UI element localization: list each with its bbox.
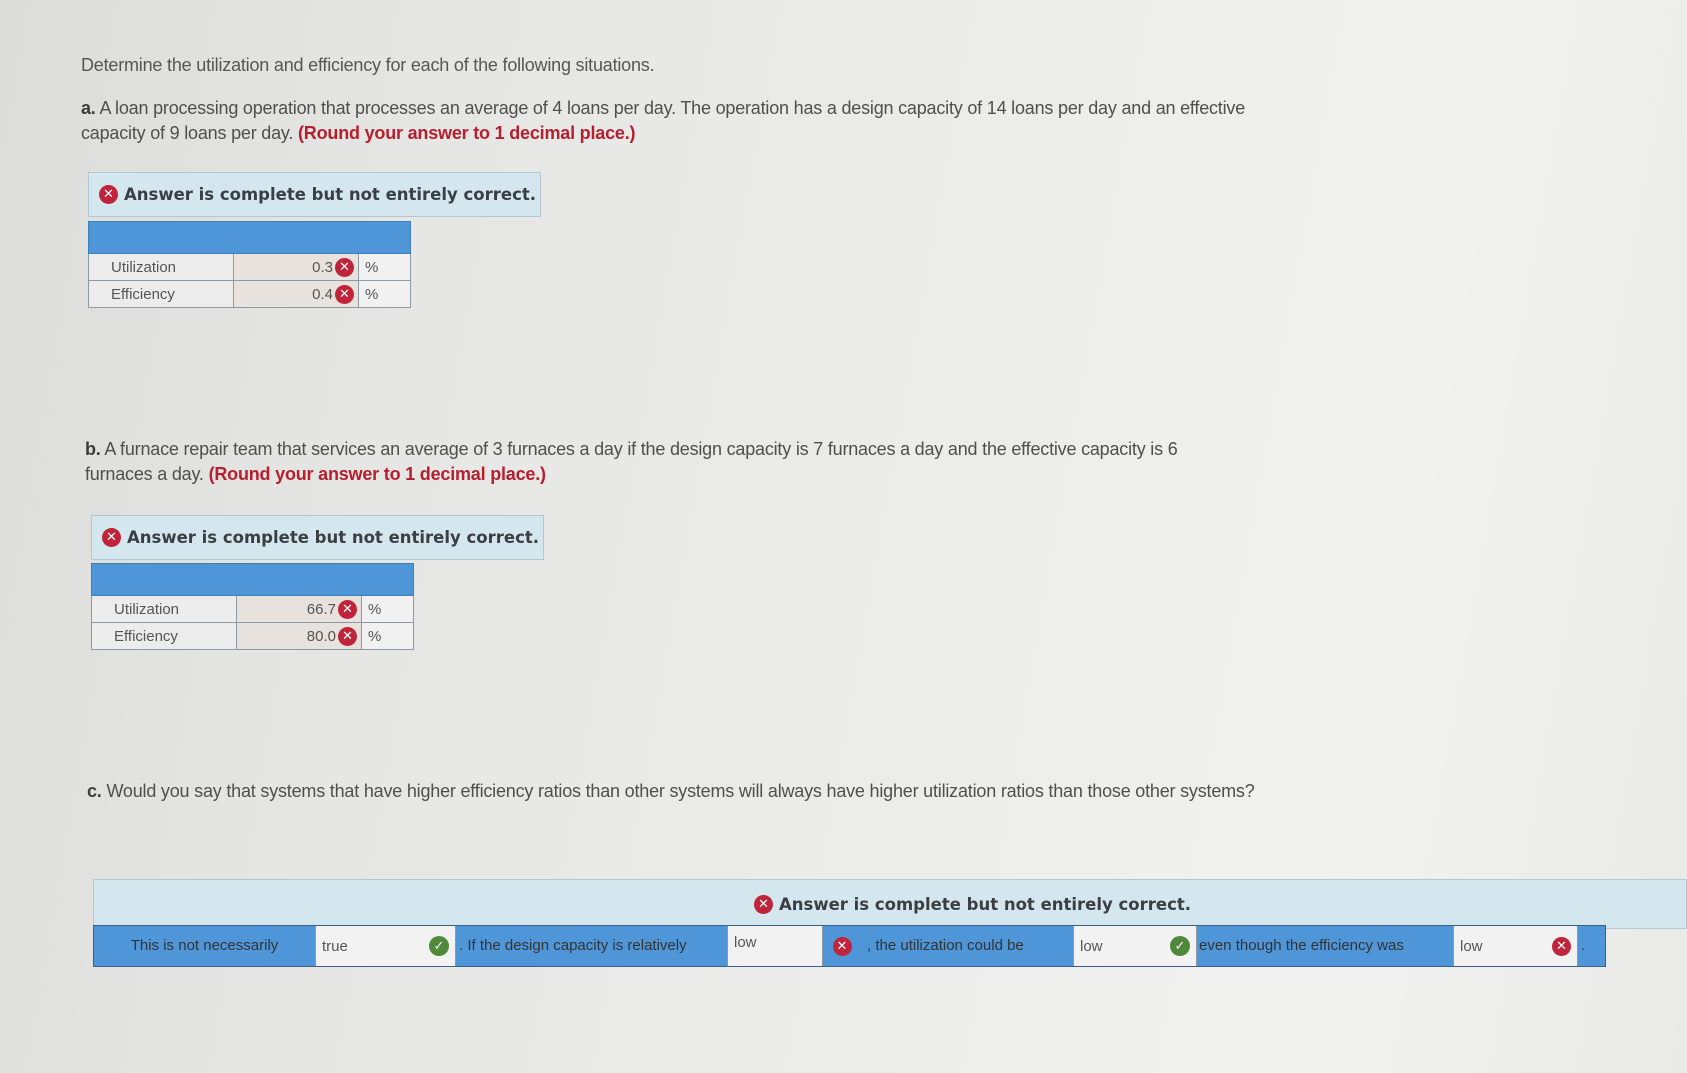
dropdown-value: low [1080, 937, 1103, 955]
sentence-text: . If the design capacity is relatively [456, 926, 727, 966]
sentence-text: This is not necessarily [94, 926, 315, 966]
incorrect-icon: ✕ [102, 528, 121, 547]
part-b-label: b. [85, 439, 101, 459]
input-value: 80.0 [306, 627, 336, 645]
part-b-feedback-banner: ✕ Answer is complete but not entirely co… [91, 515, 544, 560]
dropdown-1[interactable]: true ✓ [315, 926, 456, 966]
table-header [88, 221, 411, 254]
sentence-text: even though the efficiency was [1197, 926, 1453, 966]
table-row: Efficiency 0.4 ✕ % [88, 280, 411, 308]
banner-text: Answer is complete but not entirely corr… [124, 185, 537, 204]
incorrect-icon: ✕ [832, 936, 852, 956]
input-value: 66.7 [306, 600, 336, 618]
input-value: 0.3 [312, 258, 333, 276]
part-a-label: a. [81, 98, 96, 118]
row-label: Utilization [88, 253, 234, 281]
row-label: Efficiency [91, 622, 237, 650]
row-label: Efficiency [88, 280, 234, 308]
table-row: Utilization 66.7 ✕ % [91, 595, 414, 623]
input-value: 0.4 [312, 285, 333, 303]
dropdown-4[interactable]: low ✕ [1453, 926, 1578, 966]
incorrect-icon: ✕ [338, 626, 357, 646]
part-b-answer-table: Utilization 66.7 ✕ % Efficiency 80.0 ✕ % [91, 563, 414, 650]
part-a-instruction: (Round your answer to 1 decimal place.) [298, 123, 636, 143]
incorrect-icon: ✕ [754, 894, 773, 914]
dropdown-value: low [1460, 937, 1483, 955]
part-c-feedback-banner: ✕ Answer is complete but not entirely co… [93, 879, 1687, 929]
efficiency-input[interactable]: 0.4 ✕ [233, 280, 359, 308]
status-cell: ✕ [823, 926, 861, 966]
dropdown-2[interactable]: low [727, 926, 823, 966]
part-a-feedback-banner: ✕ Answer is complete but not entirely co… [88, 172, 541, 217]
table-header [91, 563, 414, 596]
part-c-text: Would you say that systems that have hig… [106, 781, 1255, 801]
incorrect-icon: ✕ [1552, 936, 1571, 956]
efficiency-input[interactable]: 80.0 ✕ [236, 622, 362, 650]
banner-text: Answer is complete but not entirely corr… [779, 894, 1192, 914]
part-c-label: c. [87, 781, 102, 801]
dropdown-value: low [734, 934, 757, 951]
dropdown-3[interactable]: low ✓ [1073, 926, 1197, 966]
unit-label: % [361, 622, 414, 650]
banner-text: Answer is complete but not entirely corr… [127, 528, 540, 547]
part-b-question: b. A furnace repair team that services a… [85, 437, 1235, 487]
part-a-text: A loan processing operation that process… [81, 98, 1246, 143]
part-a-answer-table: Utilization 0.3 ✕ % Efficiency 0.4 ✕ % [88, 221, 411, 308]
incorrect-icon: ✕ [338, 599, 357, 619]
incorrect-icon: ✕ [335, 257, 354, 277]
incorrect-icon: ✕ [99, 185, 118, 204]
unit-label: % [361, 595, 414, 623]
row-label: Utilization [91, 595, 237, 623]
table-row: Efficiency 80.0 ✕ % [91, 622, 414, 650]
part-c-answer-sentence: This is not necessarily true ✓ . If the … [93, 925, 1606, 967]
part-c-question: c. Would you say that systems that have … [87, 779, 1287, 804]
correct-icon: ✓ [1170, 936, 1190, 956]
table-row: Utilization 0.3 ✕ % [88, 253, 411, 281]
unit-label: % [358, 253, 411, 281]
utilization-input[interactable]: 0.3 ✕ [233, 253, 359, 281]
part-b-instruction: (Round your answer to 1 decimal place.) [208, 464, 546, 484]
utilization-input[interactable]: 66.7 ✕ [236, 595, 362, 623]
sentence-text: , the utilization could be [861, 926, 1073, 966]
dropdown-value: true [322, 937, 348, 955]
incorrect-icon: ✕ [335, 284, 354, 304]
part-a-question: a. A loan processing operation that proc… [81, 96, 1261, 146]
unit-label: % [358, 280, 411, 308]
sentence-text: . [1578, 926, 1605, 966]
correct-icon: ✓ [429, 936, 449, 956]
prompt-text: Determine the utilization and efficiency… [81, 55, 655, 75]
